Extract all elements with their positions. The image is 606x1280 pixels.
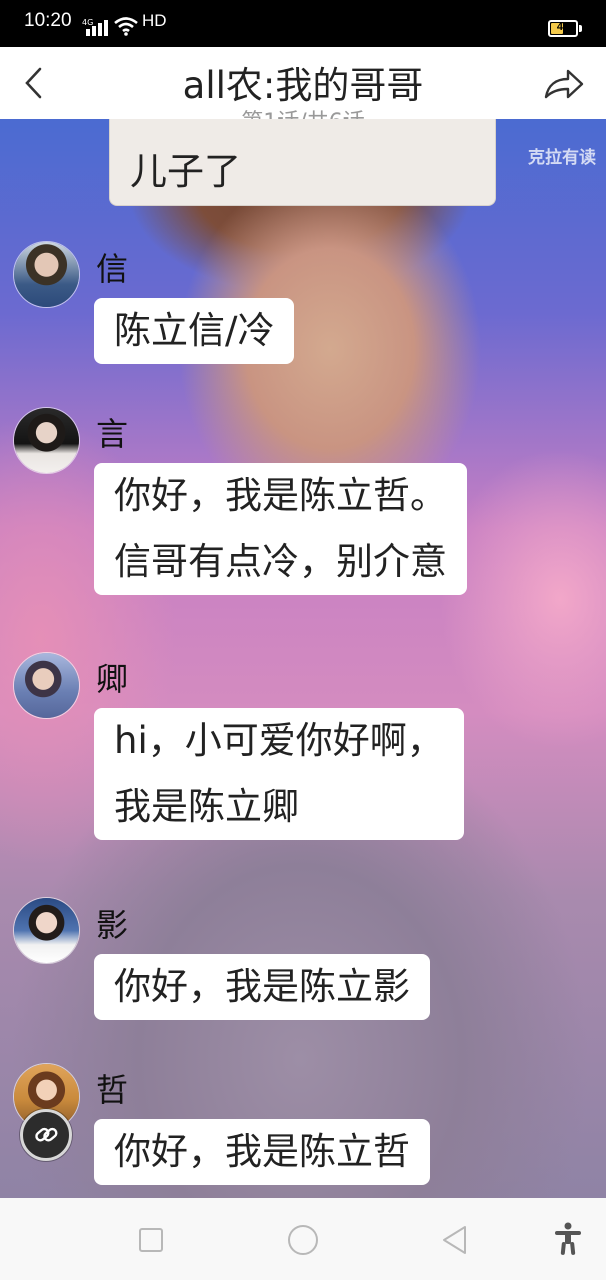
message-bubble: 你好，我是陈立哲 (94, 1119, 430, 1185)
avatar[interactable] (13, 241, 80, 308)
wifi-icon (114, 17, 138, 36)
message-bubble: 你好，我是陈立哲。 信哥有点冷，别介意 (94, 463, 467, 595)
sender-name: 言 (96, 415, 129, 453)
message-bubble: 儿子了 (109, 119, 496, 206)
battery-icon: 46 (548, 20, 578, 37)
back-button[interactable] (18, 63, 54, 103)
nav-back-button[interactable] (440, 1224, 468, 1256)
sender-name: 影 (96, 906, 129, 944)
triangle-back-icon (443, 1226, 466, 1254)
home-button[interactable] (288, 1225, 318, 1255)
avatar-image (14, 408, 79, 473)
page-title: all农:我的哥哥 (182, 64, 424, 107)
message-text: 儿子了 (130, 150, 241, 193)
avatar-image (14, 898, 79, 963)
sender-name: 卿 (96, 660, 129, 698)
watermark: 克拉有读 (528, 148, 596, 168)
link-icon (35, 1127, 58, 1142)
accessibility-button[interactable] (553, 1222, 583, 1256)
sender-name: 哲 (96, 1071, 129, 1109)
avatar-image (14, 242, 79, 307)
share-button[interactable] (542, 65, 586, 103)
chapter-indicator: 第1话/共6话 (100, 104, 506, 119)
status-time: 10:20 (24, 10, 72, 31)
message-bubble: hi，小可爱你好啊， 我是陈立卿 (94, 708, 464, 840)
accessibility-icon (555, 1222, 581, 1255)
avatar[interactable] (13, 407, 80, 474)
signal-icon (86, 18, 108, 36)
message-text: 陈立信/冷 (114, 309, 275, 352)
header: all农:我的哥哥 第1话/共6话 (0, 47, 606, 119)
battery-cap (579, 25, 582, 32)
recents-button[interactable] (139, 1228, 163, 1252)
hd-indicator: HD (142, 11, 167, 30)
avatar-image (14, 653, 79, 718)
chevron-left-icon (25, 67, 42, 99)
message-text: 我是陈立卿 (114, 785, 299, 828)
system-nav-bar (0, 1198, 606, 1280)
avatar[interactable] (13, 652, 80, 719)
sender-name: 信 (96, 250, 129, 288)
status-bar: 10:20 4G HD 46 (0, 0, 606, 47)
floating-link-button[interactable] (20, 1109, 72, 1161)
battery-level: 46 (556, 21, 570, 33)
message-text: hi，小可爱你好啊， (114, 719, 444, 762)
message-text: 你好，我是陈立哲。 (114, 474, 447, 517)
message-text: 信哥有点冷，别介意 (114, 540, 447, 583)
avatar[interactable] (13, 897, 80, 964)
message-bubble: 你好，我是陈立影 (94, 954, 430, 1020)
share-arrow-icon (544, 69, 584, 99)
message-bubble: 陈立信/冷 (94, 298, 295, 364)
chat-area[interactable]: 克拉有读 儿子了 信 陈立信/冷 言 你好，我是陈立哲。 信哥有点冷，别介意 卿… (0, 119, 606, 1198)
message-text: 你好，我是陈立影 (114, 965, 410, 1008)
message-text: 你好，我是陈立哲 (114, 1130, 410, 1173)
